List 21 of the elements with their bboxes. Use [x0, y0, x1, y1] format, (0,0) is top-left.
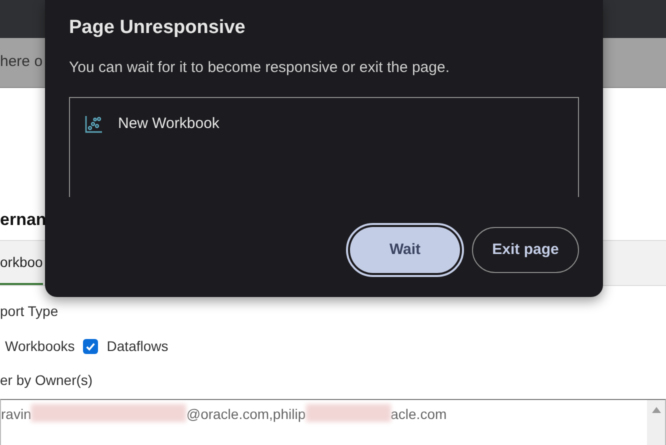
- dialog-title: Page Unresponsive: [69, 16, 246, 40]
- checkbox-label: Dataflows: [106, 337, 168, 356]
- owner-filter-label: er by Owner(s): [0, 372, 93, 388]
- email-text: @oracle.com,philip: [186, 405, 306, 424]
- check-icon: [84, 341, 96, 352]
- checkbox-label: Workbooks: [5, 337, 75, 356]
- checkbox[interactable]: [82, 339, 98, 354]
- tab[interactable]: orkboo: [0, 241, 43, 285]
- export-type-label: port Type: [0, 303, 58, 319]
- scroll-up-icon[interactable]: [652, 407, 660, 413]
- exit-page-button[interactable]: Exit page: [472, 227, 579, 273]
- scrollbar[interactable]: [647, 400, 665, 445]
- email-text: ravin: [1, 405, 32, 424]
- email-text: acle.com: [390, 405, 447, 424]
- owner-field[interactable]: ravin @oracle.com,philip acle.com: [0, 399, 666, 445]
- banner-text: here o: [0, 52, 43, 72]
- page-name: New Workbook: [118, 114, 220, 134]
- section-heading: ernan: [0, 209, 46, 232]
- chart-icon: [85, 115, 103, 134]
- dialog-message: You can wait for it to become responsive or exit the page.: [69, 58, 451, 78]
- wait-button[interactable]: Wait: [350, 227, 460, 273]
